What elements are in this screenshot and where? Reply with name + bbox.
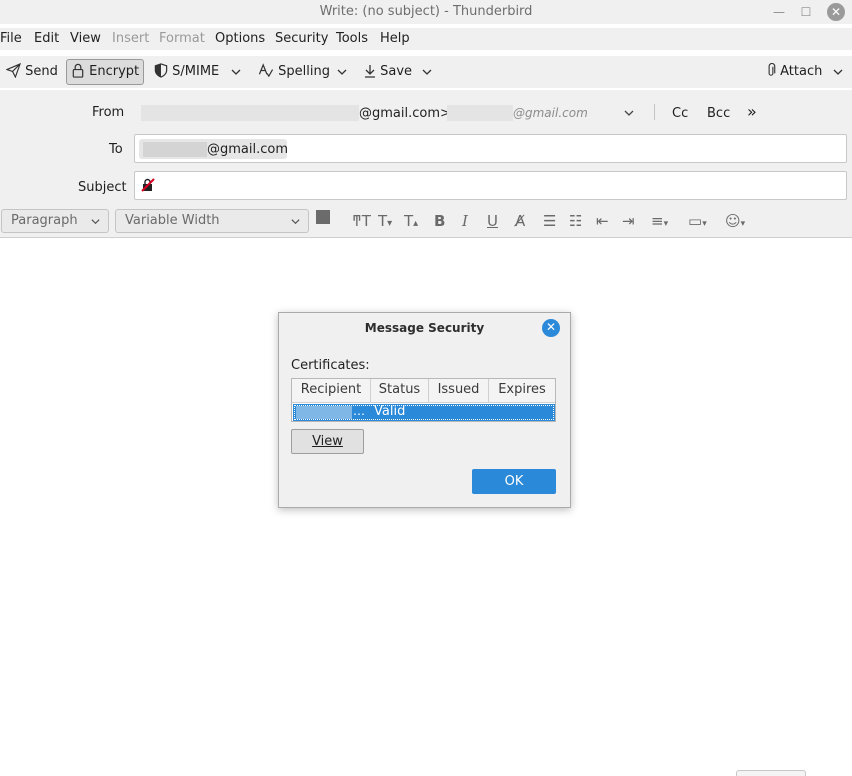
from-chevron-down-icon[interactable] [623, 107, 635, 119]
spelling-icon [258, 63, 274, 78]
bold-icon[interactable]: B [434, 212, 445, 230]
view-button[interactable]: View [291, 429, 364, 454]
column-expires[interactable]: Expires [489, 379, 555, 403]
subject-input[interactable] [134, 171, 847, 200]
remove-formatting-icon[interactable]: A̸ [515, 212, 525, 230]
menu-format[interactable]: Format [159, 31, 205, 46]
redacted-identity [447, 105, 513, 121]
encrypt-button[interactable]: Encrypt [66, 59, 145, 85]
menu-file[interactable]: File [0, 31, 22, 46]
font-size-reset-icon[interactable]: ͳT [352, 212, 371, 230]
recipient-address: @gmail.com [207, 142, 289, 157]
menu-tools[interactable]: Tools [336, 31, 368, 46]
divider [654, 104, 655, 120]
from-identity-placeholder[interactable]: @gmail.com [513, 106, 588, 120]
save-button[interactable]: Save [364, 59, 412, 85]
spelling-label: Spelling [278, 64, 330, 79]
menu-view[interactable]: View [70, 31, 101, 46]
certificates-table[interactable]: Recipient Status Issued Expires … Valid [291, 378, 556, 422]
send-icon [5, 62, 22, 79]
insert-image-icon[interactable]: ▭▾ [688, 212, 707, 230]
to-label: To [109, 142, 123, 157]
save-label: Save [380, 64, 413, 79]
download-icon [365, 65, 375, 78]
font-select[interactable]: Variable Width [115, 209, 309, 233]
font-larger-icon[interactable]: T▴ [404, 212, 418, 230]
column-recipient[interactable]: Recipient [292, 379, 371, 403]
column-status[interactable]: Status [371, 379, 429, 403]
menu-insert[interactable]: Insert [112, 31, 149, 46]
attach-chevron-down-icon[interactable] [832, 66, 844, 78]
dialog-title: Message Security [364, 321, 485, 335]
recipient-cell: … [353, 404, 365, 418]
menu-help[interactable]: Help [380, 31, 410, 46]
status-bar-button[interactable] [736, 770, 806, 776]
certificates-label: Certificates: [291, 358, 370, 373]
close-icon[interactable]: ✕ [827, 3, 845, 21]
no-encryption-subject-icon [141, 178, 155, 192]
ok-button[interactable]: OK [472, 469, 556, 494]
shield-icon [154, 63, 168, 78]
redacted-recipient [296, 406, 352, 419]
redacted-from-name [141, 105, 359, 121]
table-row[interactable]: … Valid [293, 404, 555, 421]
send-label: Send [25, 64, 58, 79]
message-security-dialog: Message Security ✕ Certificates: Recipie… [278, 312, 571, 508]
emoji-icon[interactable]: ☺▾ [725, 212, 745, 230]
chevron-down-icon [291, 219, 300, 225]
maximize-icon[interactable]: ☐ [797, 3, 815, 21]
lock-icon [72, 63, 84, 78]
font-value: Variable Width [125, 213, 220, 228]
text-color-icon[interactable] [316, 210, 330, 224]
numbered-list-icon[interactable]: ☷ [569, 212, 582, 230]
font-smaller-icon[interactable]: T▾ [378, 212, 392, 230]
minimize-icon[interactable]: — [770, 3, 788, 21]
encrypt-label: Encrypt [89, 64, 140, 79]
attach-label: Attach [780, 64, 823, 79]
compose-toolbar: Send Encrypt S/MIME Spelling Save Attach [0, 56, 852, 88]
bcc-button[interactable]: Bcc [707, 106, 730, 121]
align-icon[interactable]: ≡▾ [651, 212, 668, 230]
cc-button[interactable]: Cc [672, 106, 688, 121]
menu-security[interactable]: Security [275, 31, 328, 46]
status-cell: Valid [374, 404, 406, 419]
bullet-list-icon[interactable]: ☰ [543, 212, 556, 230]
underline-icon[interactable]: U [487, 212, 498, 230]
smime-chevron-down-icon[interactable] [230, 66, 242, 78]
spelling-button[interactable]: Spelling [258, 59, 330, 85]
more-fields-icon[interactable]: » [747, 102, 757, 121]
menu-bar: File Edit View Insert Format Options Sec… [0, 28, 852, 50]
spelling-chevron-down-icon[interactable] [336, 66, 348, 78]
menu-edit[interactable]: Edit [34, 31, 59, 46]
window-title: Write: (no subject) - Thunderbird [319, 4, 533, 19]
paragraph-value: Paragraph [11, 213, 78, 228]
chevron-down-icon [91, 219, 100, 225]
from-label: From [92, 105, 125, 120]
italic-icon[interactable]: I [462, 212, 468, 230]
attach-button[interactable]: Attach [766, 59, 822, 85]
smime-button[interactable]: S/MIME [154, 59, 219, 85]
subject-label: Subject [78, 180, 127, 195]
paragraph-select[interactable]: Paragraph [1, 209, 109, 233]
save-chevron-down-icon[interactable] [421, 66, 433, 78]
redacted-recipient [143, 142, 207, 157]
close-icon[interactable]: ✕ [542, 319, 560, 337]
smime-label: S/MIME [172, 64, 220, 79]
title-bar: Write: (no subject) - Thunderbird — ☐ ✕ [0, 0, 852, 24]
paperclip-icon [768, 62, 776, 76]
column-issued[interactable]: Issued [429, 379, 489, 403]
send-button[interactable]: Send [5, 59, 58, 85]
menu-options[interactable]: Options [215, 31, 265, 46]
from-address[interactable]: @gmail.com> [359, 106, 451, 121]
indent-icon[interactable]: ⇥ [622, 212, 635, 230]
view-label: View [312, 434, 343, 449]
outdent-icon[interactable]: ⇤ [596, 212, 609, 230]
